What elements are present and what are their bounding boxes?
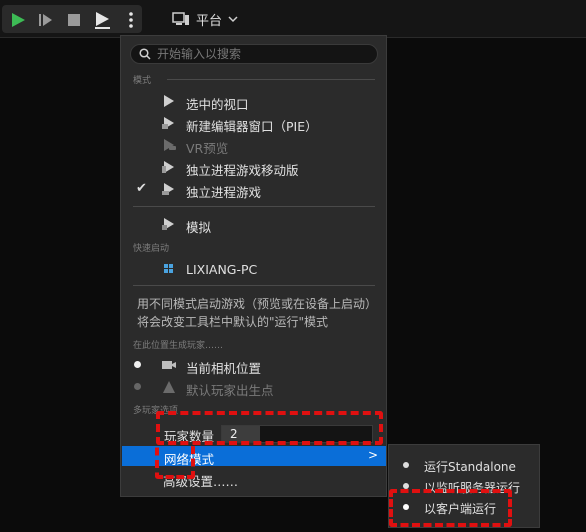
menu-item-simulate[interactable]: 模拟 — [121, 214, 386, 235]
simulate-icon — [162, 218, 174, 230]
menu-item-label: 新建编辑器窗口（PIE） — [186, 119, 318, 134]
separator — [167, 79, 375, 80]
search-icon — [139, 48, 151, 60]
menu-item-selected-viewport[interactable]: 选中的视口 — [121, 91, 386, 112]
menu-item-label: 默认玩家出生点 — [186, 383, 274, 398]
stop-button[interactable] — [63, 9, 85, 31]
menu-item-label: VR预览 — [186, 141, 229, 156]
play-icon — [164, 95, 174, 107]
menu-item-vr-preview[interactable]: VR预览 — [121, 135, 386, 156]
standalone-play-icon — [162, 183, 174, 195]
step-icon — [39, 14, 52, 26]
radio-dot-icon — [403, 462, 409, 468]
menu-item-label: 当前相机位置 — [186, 361, 262, 376]
eject-icon — [95, 12, 110, 29]
menu-item-label: 独立进程游戏 — [186, 185, 262, 200]
annotation-box-client-mode — [389, 489, 512, 527]
play-mode-description: 用不同模式启动游戏（预览或在设备上启动）将会改变工具栏中默认的"运行"模式 — [137, 297, 378, 329]
more-options-button[interactable] — [120, 9, 142, 31]
submenu-item-standalone[interactable]: 运行Standalone — [389, 455, 539, 475]
menu-item-label: 模拟 — [186, 220, 212, 235]
chevron-right-icon: > — [367, 448, 378, 462]
search-input[interactable] — [157, 46, 367, 62]
menu-item-label: 选中的视口 — [186, 97, 249, 112]
play-button[interactable] — [7, 9, 29, 31]
section-mode-header: 模式 — [133, 76, 152, 86]
separator — [133, 206, 375, 207]
menu-item-standalone-game[interactable]: ✔ 独立进程游戏 — [121, 179, 386, 200]
window-play-icon — [162, 117, 174, 129]
chevron-down-icon — [228, 16, 238, 23]
play-controls-group — [2, 5, 142, 33]
play-toolbar: 平台 — [0, 0, 586, 38]
menu-item-new-editor-window[interactable]: 新建编辑器窗口（PIE） — [121, 113, 386, 134]
windows-device-icon — [164, 264, 173, 273]
play-icon — [12, 13, 25, 27]
radio-unselected-icon — [134, 383, 141, 390]
checkmark-icon: ✔ — [136, 181, 147, 196]
stop-icon — [68, 14, 80, 26]
section-spawn-header: 在此位置生成玩家…… — [133, 341, 224, 351]
platform-icon — [172, 12, 189, 25]
eject-button[interactable] — [91, 9, 113, 31]
step-button[interactable] — [35, 9, 57, 31]
mobile-play-icon — [162, 161, 174, 173]
more-options-icon — [129, 12, 133, 28]
section-quick-launch-header: 快速启动 — [133, 244, 170, 254]
player-start-icon — [163, 381, 175, 393]
search-box — [130, 44, 378, 64]
radio-selected-icon — [134, 361, 141, 368]
separator — [133, 285, 375, 286]
camera-icon — [162, 361, 176, 369]
menu-item-standalone-mobile[interactable]: 独立进程游戏移动版 — [121, 157, 386, 178]
menu-item-device-lixiang-pc[interactable]: LIXIANG-PC — [121, 259, 386, 279]
platform-label: 平台 — [196, 13, 223, 29]
annotation-box-player-count — [156, 411, 383, 445]
menu-item-spawn-default[interactable]: 默认玩家出生点 — [121, 377, 386, 398]
annotation-box-net-mode — [155, 443, 195, 479]
vr-icon — [164, 139, 176, 151]
platform-dropdown[interactable]: 平台 — [172, 9, 238, 29]
menu-item-spawn-camera[interactable]: 当前相机位置 — [121, 355, 386, 376]
menu-item-label: LIXIANG-PC — [186, 262, 258, 277]
menu-item-label: 独立进程游戏移动版 — [186, 163, 299, 178]
submenu-item-label: 运行Standalone — [424, 460, 516, 474]
